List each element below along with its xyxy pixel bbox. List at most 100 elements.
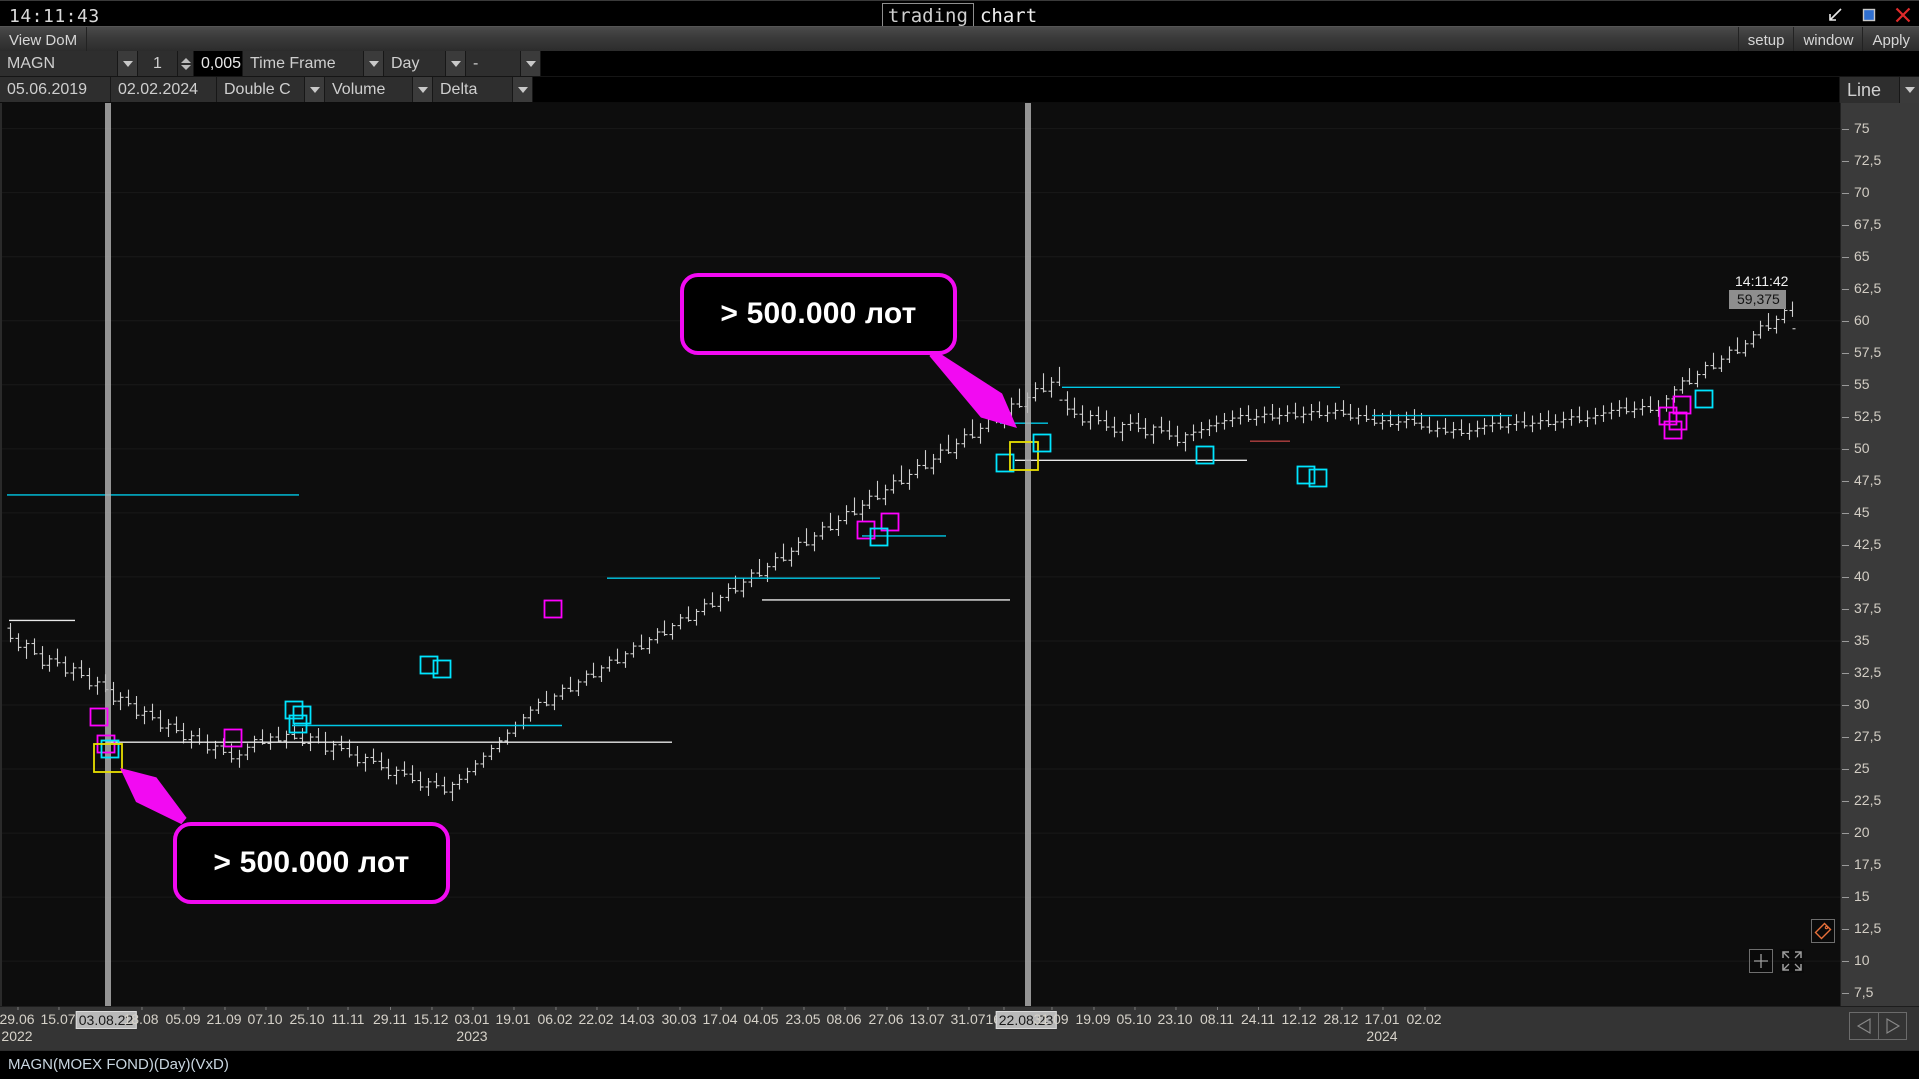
date-tick-label: 19.09 bbox=[1075, 1007, 1111, 1027]
scroll-left-icon[interactable] bbox=[1850, 1013, 1878, 1039]
date-tick-label: 31.07 bbox=[950, 1007, 986, 1027]
menu-item-window[interactable]: window bbox=[1793, 27, 1862, 53]
price-tick-label: 55 bbox=[1841, 376, 1919, 392]
date-tick-label: 18.08 bbox=[123, 1007, 159, 1027]
price-tick-label: 70 bbox=[1841, 184, 1919, 200]
date-tick-label: 19.01 bbox=[495, 1007, 531, 1027]
minimize-icon[interactable] bbox=[1825, 5, 1845, 25]
status-bar-text: MAGN(MOEX FOND)(Day)(VxD) bbox=[8, 1056, 229, 1073]
crosshair-grid-icon[interactable] bbox=[1749, 949, 1773, 973]
scroll-right-icon[interactable] bbox=[1878, 1013, 1906, 1039]
date-tick-label: 12.12 bbox=[1281, 1007, 1317, 1027]
price-tick-label: 65 bbox=[1841, 248, 1919, 264]
date-tick-label: 23.10 bbox=[1157, 1007, 1193, 1027]
date-axis[interactable]: 29.06 2022 15.07 03.08.22 18.08 05.09 21.09 07.… bbox=[0, 1006, 1919, 1050]
callout-annotation-top: > 500.000 лот bbox=[680, 273, 957, 355]
price-tick-label: 27,5 bbox=[1841, 728, 1919, 744]
price-tick-label: 20 bbox=[1841, 824, 1919, 840]
toolbar-primary: MAGN 1 0,005 Time Frame Day - bbox=[0, 51, 1919, 77]
date-tick-label: 04.05 bbox=[743, 1007, 779, 1027]
price-tick-label: 67,5 bbox=[1841, 216, 1919, 232]
date-tick-label: 22.02 bbox=[578, 1007, 614, 1027]
close-icon[interactable] bbox=[1893, 5, 1913, 25]
date-tick-label: 23.05 bbox=[785, 1007, 821, 1027]
menu-right-group: setup window Apply bbox=[1737, 27, 1919, 53]
last-price-value: 59,375 bbox=[1729, 290, 1786, 309]
price-axis[interactable]: 75 72,5 70 67,5 65 62,5 60 57,5 55 52,5 50 47,5 45 42… bbox=[1840, 103, 1919, 1006]
price-tick-label: 30 bbox=[1841, 696, 1919, 712]
date-tick-label: 30.03 bbox=[661, 1007, 697, 1027]
multiplier-field[interactable]: 1 bbox=[138, 51, 178, 76]
toolbar-secondary-right: Line bbox=[1839, 77, 1919, 103]
symbol-field[interactable]: MAGN bbox=[0, 51, 118, 76]
fullscreen-expand-icon[interactable] bbox=[1780, 949, 1804, 973]
date-tick-label: 08.06 bbox=[826, 1007, 862, 1027]
multiplier-stepper[interactable] bbox=[178, 51, 194, 76]
indicator-field[interactable]: Volume bbox=[325, 77, 413, 102]
mode-dropdown-chevron-down-icon[interactable] bbox=[305, 77, 325, 102]
toolbar-secondary-filler bbox=[533, 77, 1919, 102]
last-price-time: 14:11:42 bbox=[1735, 273, 1789, 289]
chart-plot-area[interactable]: > 500.000 лот > 500.000 лот 14:11:42 59,… bbox=[0, 103, 1919, 1006]
menu-item-apply[interactable]: Apply bbox=[1862, 27, 1919, 53]
extra-dropdown-chevron-down-icon[interactable] bbox=[521, 51, 541, 76]
app-title: trading chart bbox=[0, 3, 1919, 30]
timeframe-dropdown-chevron-down-icon[interactable] bbox=[364, 51, 384, 76]
menu-item-view-dom[interactable]: View DoM bbox=[0, 27, 88, 53]
price-tick-label: 35 bbox=[1841, 632, 1919, 648]
indicator-dropdown-chevron-down-icon[interactable] bbox=[413, 77, 433, 102]
price-tick-label: 37,5 bbox=[1841, 600, 1919, 616]
date-tick-label: 11.11 bbox=[331, 1007, 365, 1027]
date-from-field[interactable]: 05.06.2019 bbox=[0, 77, 111, 102]
date-tick-label: 31.09 bbox=[1033, 1007, 1069, 1027]
callout-annotation-bottom: > 500.000 лот bbox=[173, 822, 450, 904]
price-tick-label: 62,5 bbox=[1841, 280, 1919, 296]
step-field[interactable]: 0,005 bbox=[194, 51, 243, 76]
price-tick-label: 32,5 bbox=[1841, 664, 1919, 680]
price-tick-label: 10 bbox=[1841, 952, 1919, 968]
delta-field[interactable]: Delta bbox=[433, 77, 513, 102]
date-tick-label: 24.11 bbox=[1241, 1007, 1275, 1027]
window-buttons bbox=[1825, 5, 1913, 25]
timeframe-label: Time Frame bbox=[243, 51, 364, 76]
price-tick-label: 47,5 bbox=[1841, 472, 1919, 488]
period-field[interactable]: Day bbox=[384, 51, 446, 76]
price-tick-label: 17,5 bbox=[1841, 856, 1919, 872]
chart-style-dropdown-chevron-down-icon[interactable] bbox=[1899, 77, 1919, 103]
mode-field[interactable]: Double C bbox=[217, 77, 305, 102]
chart-scroll-nav[interactable] bbox=[1849, 1012, 1907, 1040]
date-tick-label: 08.11 bbox=[1200, 1007, 1234, 1027]
menu-bar: View DoM setup window Apply bbox=[0, 26, 1919, 53]
menu-left-group: View DoM bbox=[0, 27, 88, 53]
date-tick-label: 07.10 bbox=[247, 1007, 283, 1027]
date-tick-label: 05.10 bbox=[1116, 1007, 1152, 1027]
price-tick-label: 40 bbox=[1841, 568, 1919, 584]
price-tick-label: 42,5 bbox=[1841, 536, 1919, 552]
maximize-icon[interactable] bbox=[1859, 5, 1879, 25]
date-tick-label: 15.12 bbox=[413, 1007, 449, 1027]
date-tick-label: 13.07 bbox=[909, 1007, 945, 1027]
toolbar-primary-filler bbox=[541, 51, 1919, 76]
date-tick-label: 06.02 bbox=[537, 1007, 573, 1027]
status-bar: MAGN(MOEX FOND)(Day)(VxD) bbox=[0, 1050, 1919, 1079]
price-tick-label: 12,5 bbox=[1841, 920, 1919, 936]
price-tick-label: 50 bbox=[1841, 440, 1919, 456]
price-tick-label: 25 bbox=[1841, 760, 1919, 776]
menu-item-setup[interactable]: setup bbox=[1737, 27, 1794, 53]
date-to-field[interactable]: 02.02.2024 bbox=[111, 77, 217, 102]
price-tick-label: 72,5 bbox=[1841, 152, 1919, 168]
price-tick-label: 7,5 bbox=[1841, 984, 1919, 1000]
app-title-plain: chart bbox=[979, 5, 1038, 27]
chart-style-field[interactable]: Line bbox=[1839, 77, 1899, 103]
price-tick-label: 22,5 bbox=[1841, 792, 1919, 808]
delta-dropdown-chevron-down-icon[interactable] bbox=[513, 77, 533, 102]
period-dropdown-chevron-down-icon[interactable] bbox=[446, 51, 466, 76]
symbol-dropdown-chevron-down-icon[interactable] bbox=[118, 51, 138, 76]
date-tick-label: 14.03 bbox=[619, 1007, 655, 1027]
date-tick-label: 03.01 2023 bbox=[454, 1007, 490, 1044]
price-tag-icon[interactable] bbox=[1811, 919, 1835, 943]
price-tick-label: 60 bbox=[1841, 312, 1919, 328]
date-tick-label: 02.02 bbox=[1406, 1007, 1442, 1027]
extra-field[interactable]: - bbox=[466, 51, 521, 76]
price-tick-label: 57,5 bbox=[1841, 344, 1919, 360]
